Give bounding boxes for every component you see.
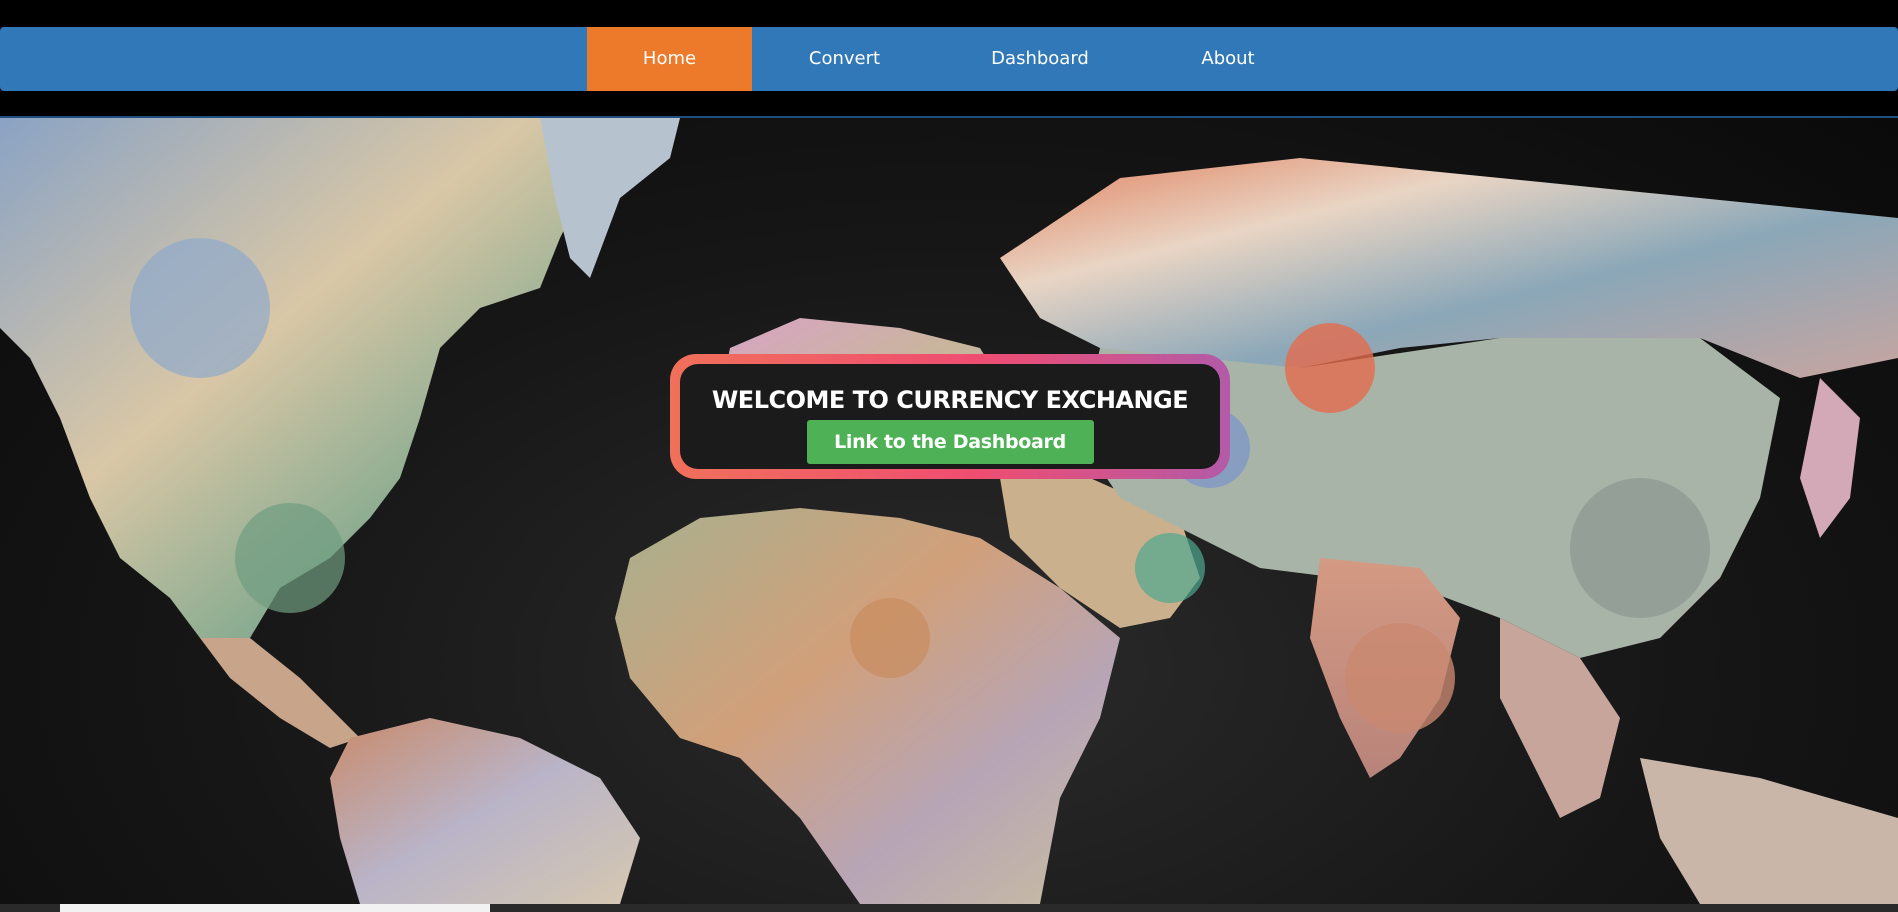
nav-home[interactable]: Home <box>587 27 752 91</box>
welcome-card-inner: WELCOME TO CURRENCY EXCHANGE Link to the… <box>680 364 1220 469</box>
nav-convert[interactable]: Convert <box>752 27 937 91</box>
bottom-panel <box>60 904 490 912</box>
world-map-banknotes-image <box>0 118 1898 904</box>
main-navbar: Home Convert Dashboard About <box>0 27 1898 91</box>
nav-about[interactable]: About <box>1143 27 1313 91</box>
welcome-card: WELCOME TO CURRENCY EXCHANGE Link to the… <box>670 354 1230 479</box>
hero-section: WELCOME TO CURRENCY EXCHANGE Link to the… <box>0 118 1898 904</box>
top-strip <box>0 0 1898 26</box>
welcome-title: WELCOME TO CURRENCY EXCHANGE <box>711 386 1189 414</box>
nav-dashboard[interactable]: Dashboard <box>937 27 1143 91</box>
dashboard-link-button[interactable]: Link to the Dashboard <box>806 420 1094 464</box>
